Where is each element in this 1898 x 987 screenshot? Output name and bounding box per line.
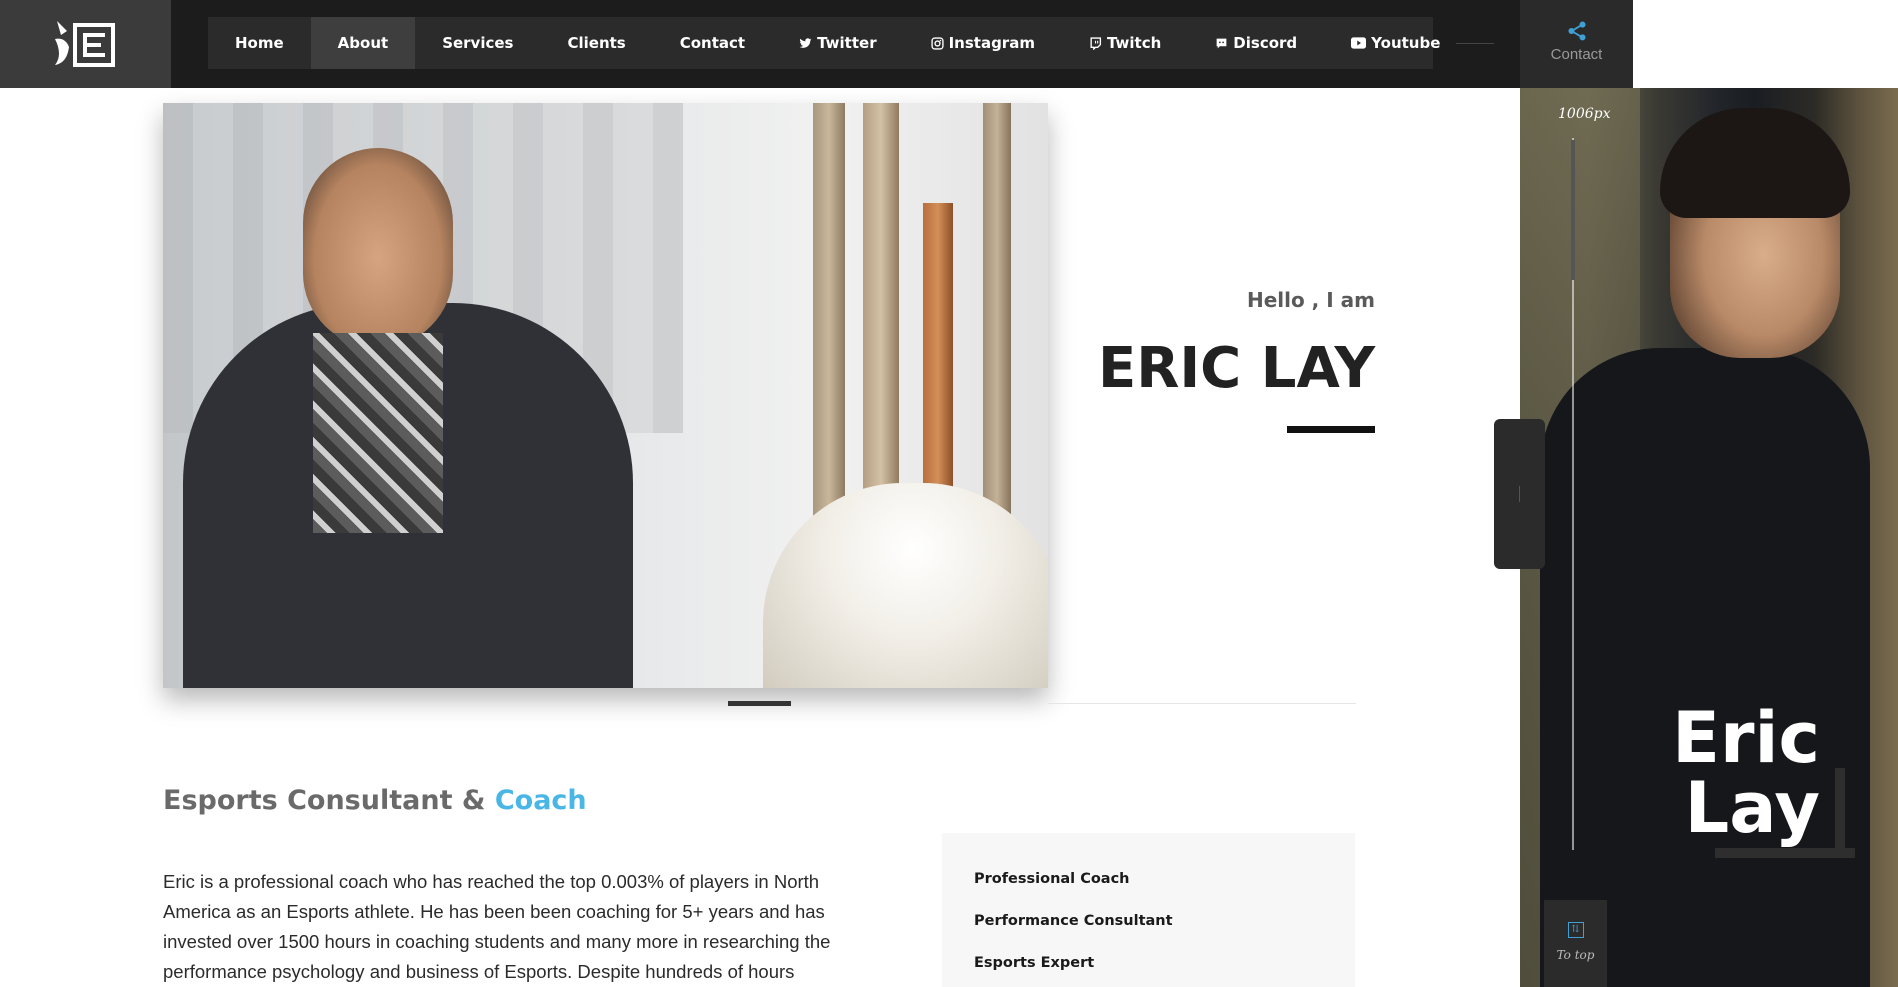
nav-divider [1456, 43, 1494, 44]
top-bar: Home About Services Clients Contact Twit… [171, 0, 1520, 88]
panel-name-last: Lay [1684, 767, 1820, 849]
panel-name: Eric Lay [1575, 703, 1820, 843]
panel-name-first: Eric [1672, 697, 1820, 779]
discord-icon [1216, 38, 1227, 48]
roles-list: Professional Coach Performance Consultan… [942, 833, 1355, 987]
hero-person-face [303, 148, 453, 348]
nav-item-home[interactable]: Home [208, 17, 311, 69]
side-photo-panel: 1006px Eric Lay ⇅ To top [1520, 88, 1898, 987]
hero-tree [813, 103, 845, 523]
hero-name: ERIC LAY [1097, 336, 1375, 401]
section-divider [1048, 703, 1356, 704]
arrow-up-icon: ⇅ [1567, 922, 1584, 938]
twitch-icon [1090, 36, 1102, 50]
nav-item-youtube[interactable]: Youtube [1324, 17, 1467, 69]
youtube-icon [1351, 37, 1367, 49]
role-item: Performance Consultant [974, 913, 1173, 929]
hero-tree [983, 103, 1011, 523]
about-bio: Eric is a professional coach who has rea… [163, 871, 831, 982]
twitter-icon [799, 37, 812, 48]
site-logo[interactable] [0, 0, 171, 88]
hero-person-scarf [313, 333, 443, 533]
nav-item-clients[interactable]: Clients [540, 17, 652, 69]
page: Home About Services Clients Contact Twit… [0, 0, 1898, 987]
nav-item-services[interactable]: Services [415, 17, 540, 69]
role-item: Esports Expert [974, 955, 1095, 971]
slider-indicator[interactable] [728, 701, 791, 706]
contact-share-button[interactable]: Contact [1520, 0, 1633, 88]
scroll-thumb[interactable] [1571, 140, 1575, 280]
frame-decoration [1835, 768, 1845, 858]
to-top-label: To top [1556, 948, 1595, 962]
nav-item-discord[interactable]: Discord [1188, 17, 1324, 69]
nav-item-instagram[interactable]: Instagram [904, 17, 1062, 69]
hero-greeting: Hello , I am [1246, 288, 1375, 312]
main-nav: Home About Services Clients Contact Twit… [208, 17, 1440, 69]
about-title-main: Esports Consultant & [163, 785, 495, 816]
portrait-hair [1660, 108, 1850, 218]
to-top-button[interactable]: ⇅ To top [1544, 900, 1607, 987]
nav-item-twitch[interactable]: Twitch [1062, 17, 1188, 69]
portrait-body [1540, 348, 1870, 987]
nav-item-about[interactable]: About [310, 17, 416, 69]
role-item: Professional Coach [974, 871, 1130, 887]
about-title: Esports Consultant & Coach [163, 785, 587, 816]
nav-item-twitter[interactable]: Twitter [772, 17, 904, 69]
frame-decoration [1715, 848, 1855, 858]
hero-snow-bush [763, 483, 1048, 688]
side-drawer-tab[interactable] [1494, 419, 1545, 569]
nav-item-contact[interactable]: Contact [653, 17, 772, 69]
contact-label: Contact [1550, 46, 1603, 63]
hero-tree [863, 103, 899, 523]
about-title-accent: Coach [494, 785, 587, 816]
name-underline [1287, 426, 1375, 433]
instagram-icon [931, 36, 944, 50]
scale-label: 1006px [1558, 106, 1611, 122]
share-icon [1567, 21, 1586, 41]
logo-icon [54, 21, 115, 67]
